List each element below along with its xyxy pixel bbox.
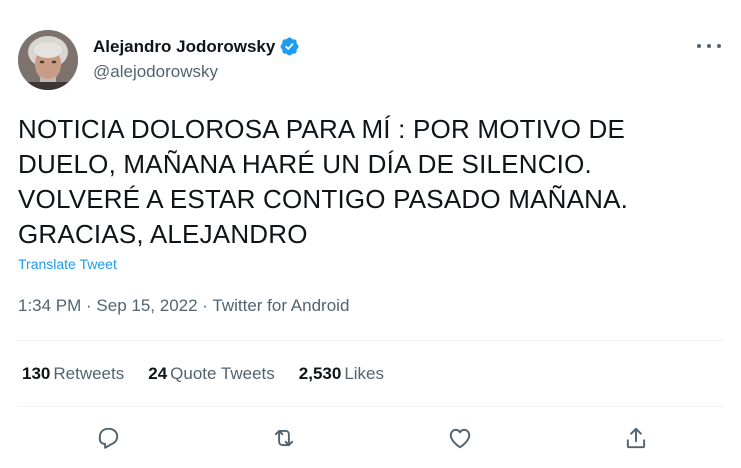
retweets-label: Retweets <box>53 364 125 383</box>
retweets-count: 130 <box>22 364 51 383</box>
meta-separator: · <box>197 296 213 315</box>
retweet-button[interactable] <box>264 418 304 458</box>
tweet-source[interactable]: Twitter for Android <box>212 296 349 315</box>
quote-tweets-count: 24 <box>148 364 168 383</box>
tweet-time[interactable]: 1:34 PM <box>18 296 81 315</box>
avatar-image <box>18 30 78 90</box>
reply-button[interactable] <box>88 418 128 458</box>
tweet-metadata: 1:34 PM · Sep 15, 2022 · Twitter for And… <box>18 296 349 316</box>
share-icon <box>626 427 646 449</box>
retweets-stat[interactable]: 130 Retweets <box>22 364 124 384</box>
quote-tweets-label: Quote Tweets <box>170 364 275 383</box>
quote-tweets-stat[interactable]: 24 Quote Tweets <box>148 364 275 384</box>
author-name-row: Alejandro Jodorowsky <box>93 36 300 57</box>
translate-tweet-link[interactable]: Translate Tweet <box>18 256 117 272</box>
retweet-icon <box>274 429 294 447</box>
author-handle[interactable]: @alejodorowsky <box>93 62 218 82</box>
likes-count: 2,530 <box>298 364 342 383</box>
tweet-date[interactable]: Sep 15, 2022 <box>96 296 197 315</box>
like-button[interactable] <box>440 418 480 458</box>
reply-icon <box>98 427 119 449</box>
divider <box>18 340 724 341</box>
tweet-card: Alejandro Jodorowsky @alejodorowsky NOTI… <box>0 0 741 468</box>
like-icon <box>449 428 471 449</box>
meta-separator: · <box>81 296 97 315</box>
likes-label: Likes <box>344 364 384 383</box>
author-display-name[interactable]: Alejandro Jodorowsky <box>93 37 275 57</box>
tweet-actions <box>18 418 724 458</box>
avatar[interactable] <box>18 30 78 90</box>
verified-badge-icon <box>279 36 300 57</box>
more-options-icon[interactable] <box>697 38 721 54</box>
divider <box>18 406 724 407</box>
tweet-text: NOTICIA DOLOROSA PARA MÍ : POR MOTIVO DE… <box>18 114 629 249</box>
share-button[interactable] <box>616 418 656 458</box>
tweet-stats: 130 Retweets 24 Quote Tweets 2,530 Likes <box>22 364 408 384</box>
likes-stat[interactable]: 2,530 Likes <box>299 364 384 384</box>
